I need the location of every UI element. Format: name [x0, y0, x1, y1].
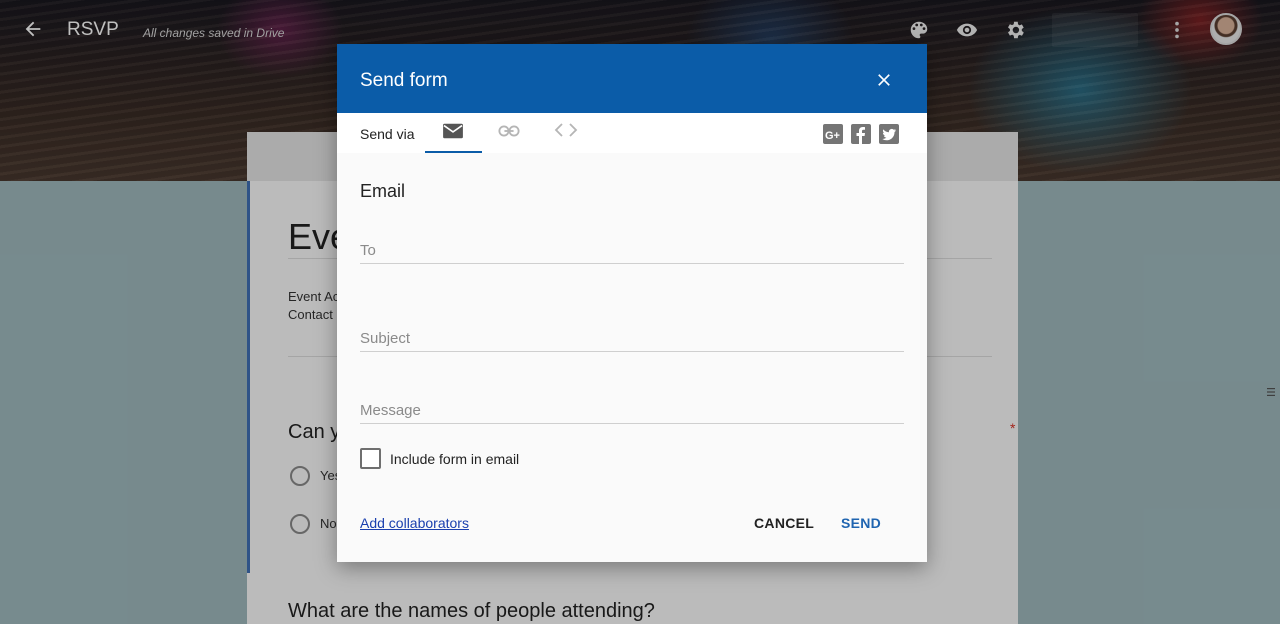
message-input[interactable] [360, 402, 904, 423]
send-button[interactable]: SEND [841, 515, 881, 531]
send-via-label: Send via [360, 126, 415, 142]
send-via-tabs: Send via G+ [337, 113, 927, 153]
facebook-glyph [856, 127, 865, 144]
add-collaborators-link[interactable]: Add collaborators [360, 515, 469, 531]
facebook-icon[interactable] [851, 124, 871, 144]
active-tab-indicator [425, 151, 482, 153]
dialog-title: Send form [360, 70, 448, 91]
include-form-label[interactable]: Include form in email [390, 451, 519, 467]
google-plus-glyph: G+ [825, 130, 840, 142]
mail-icon [443, 123, 463, 139]
include-form-checkbox[interactable] [360, 448, 381, 469]
close-icon[interactable] [874, 70, 894, 90]
dialog-header: Send form [337, 44, 927, 113]
to-field [360, 242, 904, 264]
cancel-button[interactable]: CANCEL [754, 515, 814, 531]
section-label-email: Email [360, 181, 406, 201]
tab-link[interactable] [482, 113, 539, 153]
subject-input[interactable] [360, 330, 904, 351]
message-field [360, 402, 904, 424]
google-plus-icon[interactable]: G+ [823, 124, 843, 144]
embed-code-icon [554, 123, 578, 137]
tab-embed[interactable] [538, 113, 595, 153]
subject-field [360, 330, 904, 352]
link-icon [498, 125, 520, 137]
tab-email[interactable] [425, 113, 482, 153]
send-form-dialog: Send form Send via G+ Email To Subject M… [337, 44, 927, 562]
svg-text:G+: G+ [825, 130, 840, 142]
twitter-glyph [882, 128, 896, 141]
twitter-icon[interactable] [879, 124, 899, 144]
to-input[interactable] [360, 242, 904, 263]
